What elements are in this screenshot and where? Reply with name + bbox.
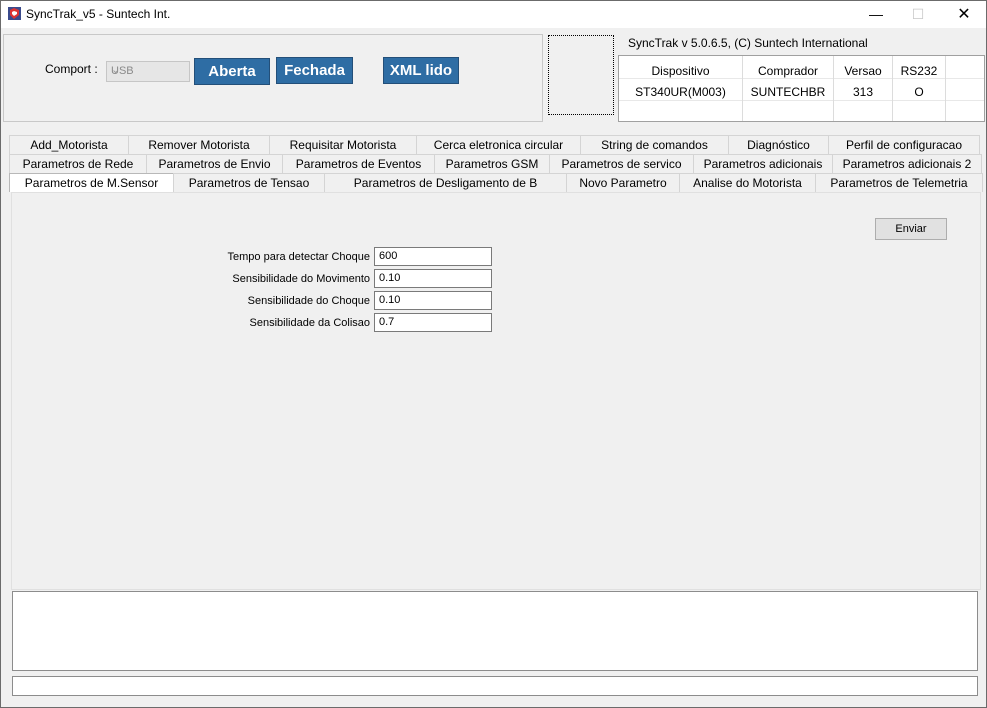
comport-select[interactable]: USB ⌄ [106,61,190,82]
grid-column: Versao 313 [834,56,893,121]
tab-parametros-envio[interactable]: Parametros de Envio [146,154,283,173]
tab-add-motorista[interactable]: Add_Motorista [9,135,129,154]
device-image-box [548,35,614,115]
grid-column: Dispositivo ST340UR(M003) [619,56,743,121]
connection-panel: Comport : USB ⌄ Aberta Fechada XML lido [3,34,543,122]
status-field[interactable] [12,676,978,696]
grid-value: SUNTECHBR [750,85,826,99]
grid-header: Comprador [757,64,819,78]
app-icon [8,7,21,20]
tab-novo-parametro[interactable]: Novo Parametro [566,173,680,192]
send-button[interactable]: Enviar [875,218,947,240]
tab-parametros-eventos[interactable]: Parametros de Eventos [282,154,435,173]
tab-parametros-msensor[interactable]: Parametros de M.Sensor [9,173,174,192]
app-window: SyncTrak_v5 - Suntech Int. — ☐ ✕ Comport… [0,0,987,708]
window-title: SyncTrak_v5 - Suntech Int. [26,7,171,21]
tab-content-panel: Enviar Tempo para detectar Choque 600 Se… [11,192,981,590]
tab-string-comandos[interactable]: String de comandos [580,135,729,154]
minimize-button[interactable]: — [853,1,899,28]
tab-diagnostico[interactable]: Diagnóstico [728,135,829,154]
device-info-grid: Dispositivo ST340UR(M003) Comprador SUNT… [618,55,985,122]
tab-parametros-tensao[interactable]: Parametros de Tensao [173,173,325,192]
log-textarea[interactable] [12,591,978,671]
grid-column: Comprador SUNTECHBR [743,56,834,121]
close-button[interactable]: ✕ [941,1,987,28]
tab-parametros-telemetria[interactable]: Parametros de Telemetria [815,173,983,192]
tab-parametros-adicionais-2[interactable]: Parametros adicionais 2 [832,154,982,173]
grid-header: Versao [844,64,882,78]
tab-parametros-servico[interactable]: Parametros de servico [549,154,694,173]
comport-label: Comport : [45,62,98,76]
field-label: Sensibilidade do Movimento [232,273,370,285]
tab-perfil-configuracao[interactable]: Perfil de configuracao [828,135,980,154]
tab-requisitar-motorista[interactable]: Requisitar Motorista [269,135,417,154]
tab-cerca-eletronica[interactable]: Cerca eletronica circular [416,135,581,154]
maximize-button[interactable]: ☐ [895,1,941,28]
tab-parametros-rede[interactable]: Parametros de Rede [9,154,147,173]
grid-value: ST340UR(M003) [635,85,726,99]
tab-parametros-gsm[interactable]: Parametros GSM [434,154,550,173]
field-label: Sensibilidade da Colisao [249,317,370,329]
version-label: SyncTrak v 5.0.6.5, (C) Suntech Internat… [628,36,868,50]
sensibilidade-movimento-input[interactable]: 0.10 [374,269,492,288]
sensibilidade-colisao-input[interactable]: 0.7 [374,313,492,332]
open-port-button[interactable]: Aberta [194,58,270,85]
chevron-down-icon: ⌄ [111,64,121,76]
grid-header: RS232 [900,64,938,78]
tab-parametros-adicionais[interactable]: Parametros adicionais [693,154,833,173]
tab-parametros-desligamento[interactable]: Parametros de Desligamento de B [324,173,567,192]
xml-read-button[interactable]: XML lido [383,57,459,84]
tempo-choque-input[interactable]: 600 [374,247,492,266]
sensibilidade-choque-input[interactable]: 0.10 [374,291,492,310]
title-bar: SyncTrak_v5 - Suntech Int. — ☐ ✕ [1,1,986,28]
field-label: Sensibilidade do Choque [247,295,370,307]
close-port-button[interactable]: Fechada [276,57,353,84]
tab-remover-motorista[interactable]: Remover Motorista [128,135,270,154]
tab-analise-motorista[interactable]: Analise do Motorista [679,173,816,192]
grid-value: O [914,85,924,99]
field-label: Tempo para detectar Choque [227,251,370,263]
grid-value: 313 [852,85,874,99]
grid-header: Dispositivo [651,64,710,78]
grid-column: RS232 O [893,56,946,121]
